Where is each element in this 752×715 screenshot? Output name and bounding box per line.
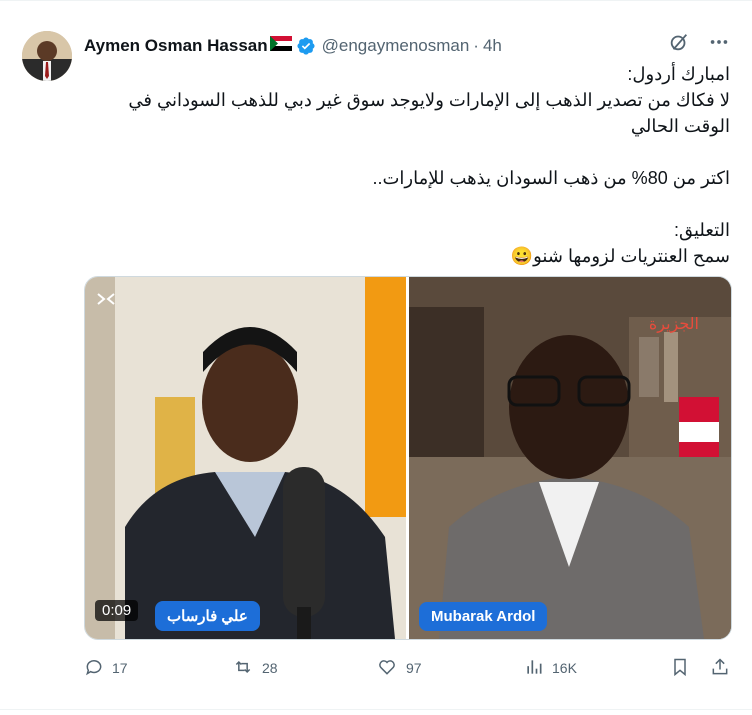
video-player[interactable]: 0:09 علي فارساب الجزيرة Mubarak Ardol [84,276,732,640]
reply-button[interactable]: 17 [84,657,128,680]
tweet-header: Aymen Osman Hassan @engaymenosman · 4h [84,34,502,58]
left-speaker-label: علي فارساب [155,601,260,631]
tweet-time[interactable]: 4h [483,36,502,56]
repost-icon [232,657,254,680]
grok-icon[interactable] [668,31,690,53]
video-left-panel: 0:09 علي فارساب [85,277,406,639]
reply-count: 17 [112,660,128,676]
channel-watermark: الجزيرة [649,314,699,334]
separator-dot: · [473,36,479,55]
sudan-flag-icon [269,36,292,56]
more-icon[interactable] [708,31,730,53]
author-name[interactable]: Aymen Osman Hassan [84,36,268,56]
video-duration: 0:09 [95,600,139,621]
avatar[interactable] [22,31,72,81]
views-button[interactable]: 16K [524,657,577,680]
bookmark-icon [670,657,690,680]
views-icon [524,657,544,680]
captions-icon[interactable] [95,291,117,312]
tweet-divider [0,709,752,710]
tweet-card[interactable]: Aymen Osman Hassan @engaymenosman · 4h ا… [0,0,752,715]
author-handle[interactable]: @engaymenosman [322,36,470,56]
header-actions [668,31,730,53]
bookmark-button[interactable] [670,657,690,680]
tweet-text: امبارك أردول: لا فكاك من تصدير الذهب إلى… [128,64,730,266]
like-button[interactable]: 97 [376,657,422,680]
like-count: 97 [406,660,422,676]
repost-count: 28 [262,660,278,676]
verified-icon[interactable] [296,36,316,56]
video-right-panel: الجزيرة Mubarak Ardol [409,277,731,639]
action-bar: 17 28 97 16K [84,653,730,683]
views-count: 16K [552,660,577,676]
reply-icon [84,657,104,680]
repost-button[interactable]: 28 [232,657,278,680]
share-button[interactable] [710,657,730,680]
share-icon [710,657,730,680]
right-speaker-label: Mubarak Ardol [419,602,548,631]
like-icon [376,657,398,680]
